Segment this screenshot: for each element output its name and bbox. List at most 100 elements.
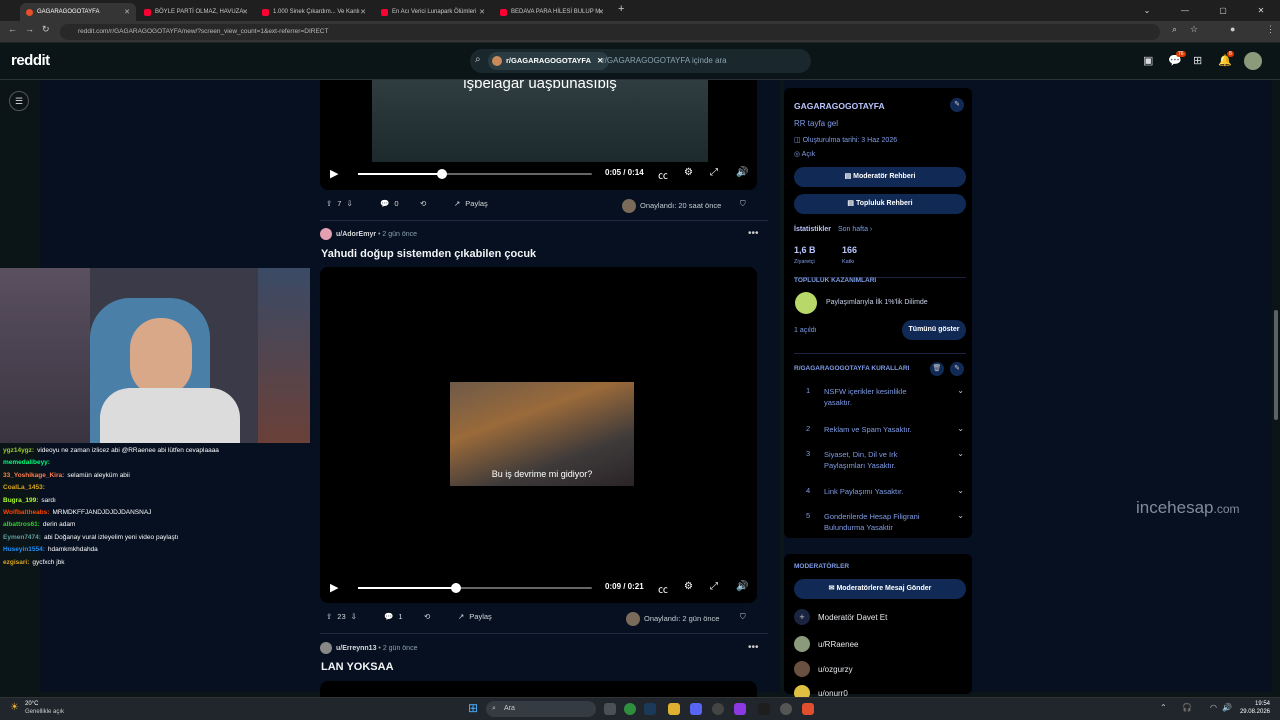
upvote-icon[interactable]: ⇧ xyxy=(326,612,332,621)
clock-time[interactable]: 19:54 xyxy=(1240,701,1270,707)
user-avatar[interactable] xyxy=(1244,52,1262,70)
url-field[interactable]: reddit.com/r/GAGARAGOGOTAYFA/new/?screen… xyxy=(60,24,1160,40)
crosspost-button[interactable]: ⟲ xyxy=(420,199,426,208)
page-scrollbar[interactable] xyxy=(1272,80,1280,692)
reload-icon[interactable]: ↻ xyxy=(42,24,50,35)
settings-gear-icon[interactable] xyxy=(780,703,792,715)
chat-username[interactable]: Huseyin1554: xyxy=(3,546,45,553)
rule-item[interactable]: 2 Reklam ve Spam Yasaktır. ⌄ xyxy=(794,424,966,438)
comments-button[interactable]: 💬 1 xyxy=(384,612,403,621)
video-player[interactable]: Bu iş devrime mi gidiyor? ▶ 0:09 / 0:21 … xyxy=(320,267,757,603)
show-all-button[interactable]: Tümünü göster xyxy=(902,320,966,340)
chat-username[interactable]: Bugra_199: xyxy=(3,497,38,504)
chat-username[interactable]: albattros61: xyxy=(3,521,40,528)
profile-icon[interactable]: ● xyxy=(1230,24,1235,34)
play-icon[interactable]: ▶ xyxy=(330,167,338,180)
post-author[interactable]: u/Erreynn13 xyxy=(336,645,376,652)
bookmark-star-icon[interactable]: ☆ xyxy=(1190,24,1198,35)
edit-pencil-icon[interactable]: ✎ xyxy=(950,362,964,376)
mod-shield-icon[interactable]: ⛉ xyxy=(740,612,746,622)
post-author[interactable]: u/AdorEmyr xyxy=(336,231,376,238)
rule-item[interactable]: 5 Gonderilerde Hesap Filigrani Bulundurma… xyxy=(794,511,966,535)
settings-gear-icon[interactable]: ⚙ xyxy=(684,581,693,592)
chat-username[interactable]: Wolfbaltheabs: xyxy=(3,509,49,516)
comments-button[interactable]: 💬 0 xyxy=(380,199,399,208)
wifi-icon[interactable]: ◠ xyxy=(1210,703,1217,712)
downvote-icon[interactable]: ⇩ xyxy=(346,199,352,208)
close-tab-icon[interactable]: ✕ xyxy=(479,8,485,16)
browser-menu-icon[interactable]: ⋮ xyxy=(1266,24,1275,35)
share-button[interactable]: ↗ Paylaş xyxy=(454,199,488,208)
mod-shield-icon[interactable]: ⛉ xyxy=(740,199,746,209)
taskbar-search[interactable]: ⌕ Ara xyxy=(486,701,596,717)
search-input[interactable]: r/GAGARAGOGOTAYFA içinde ara xyxy=(602,49,727,73)
close-tab-icon[interactable]: ✕ xyxy=(124,8,130,16)
tray-chevron-icon[interactable]: ⌃ xyxy=(1160,703,1167,712)
browser-tab[interactable]: En Acı Verici Lunapark Ölümleri ✕ xyxy=(375,3,491,21)
video-player[interactable]: işbelagar uaşbunasıbiş ▶ 0:05 / 0:14 ㏄ ⚙… xyxy=(320,80,757,190)
share-button[interactable]: ↗ Paylaş xyxy=(458,612,492,621)
moderator-guide-button[interactable]: ▤ Moderatör Rehberi xyxy=(794,167,966,187)
search-community-chip[interactable]: r/GAGARAGOGOTAYFA ✕ xyxy=(488,52,610,70)
moderator-item[interactable]: u/RRaenee xyxy=(794,636,858,652)
progress-bar[interactable] xyxy=(358,169,592,179)
reddit-logo[interactable]: reddit xyxy=(11,52,50,69)
rule-item[interactable]: 1 NSFW içerikler kesinlikle yasaktır. ⌄ xyxy=(794,386,966,410)
volume-icon[interactable]: 🔊 xyxy=(736,167,748,178)
chat-username[interactable]: memedalibeyy: xyxy=(3,459,50,466)
forward-icon[interactable]: → xyxy=(25,24,34,34)
captions-icon[interactable]: ㏄ xyxy=(658,167,668,182)
windows-start-icon[interactable]: ⊞ xyxy=(468,701,478,715)
edit-pencil-icon[interactable]: ✎ xyxy=(950,98,964,112)
back-icon[interactable]: ← xyxy=(8,24,17,34)
menu-icon[interactable]: ☰ xyxy=(9,91,29,111)
moderator-item[interactable]: u/ozgurzy xyxy=(794,661,853,677)
obs-icon[interactable] xyxy=(712,703,724,715)
weather-temp[interactable]: 20°C xyxy=(25,701,38,707)
headset-icon[interactable]: 🎧 xyxy=(1182,703,1192,712)
rule-item[interactable]: 4 Link Paylaşımı Yasaktır. ⌄ xyxy=(794,486,966,500)
search-bar[interactable]: ⌕ r/GAGARAGOGOTAYFA ✕ r/GAGARAGOGOTAYFA i… xyxy=(470,49,811,73)
browser-tab[interactable]: 1.000 Sinek Çıkardım... Ve Kanlı ✕ xyxy=(256,3,372,21)
fullscreen-icon[interactable]: ⤢ xyxy=(710,167,718,178)
close-tab-icon[interactable]: ✕ xyxy=(598,8,604,16)
maximize-icon[interactable]: ▢ xyxy=(1204,0,1242,21)
browser-tab[interactable]: BÖYLE PARTİ OLMAZ, HAVUZA ✕ xyxy=(138,3,254,21)
play-icon[interactable]: ▶ xyxy=(330,581,338,594)
browser-tab-active[interactable]: GAGARAGOGOTAYFA ✕ xyxy=(20,3,136,21)
volume-icon[interactable]: 🔊 xyxy=(736,581,748,592)
more-options-icon[interactable]: ••• xyxy=(748,642,759,653)
delete-icon[interactable]: 🗑 xyxy=(930,362,944,376)
browser-tab[interactable]: BEDAVA PARA HİLESİ BULUP M ✕ xyxy=(494,3,610,21)
invite-mod-button[interactable]: + Moderatör Davet Et xyxy=(794,609,887,625)
create-post-icon[interactable]: ⊞ xyxy=(1193,54,1202,67)
post-title[interactable]: Yahudi doğup sistemden çıkabilen çocuk xyxy=(321,248,536,260)
ads-icon[interactable]: ▣ xyxy=(1143,54,1153,67)
crosspost-button[interactable]: ⟲ xyxy=(424,612,430,621)
file-explorer-icon[interactable] xyxy=(668,703,680,715)
steam-icon[interactable] xyxy=(644,703,656,715)
close-tab-icon[interactable]: ✕ xyxy=(242,8,248,16)
more-options-icon[interactable]: ••• xyxy=(748,228,759,239)
downvote-icon[interactable]: ⇩ xyxy=(351,612,357,621)
stats-period-button[interactable]: Son hafta › xyxy=(838,226,872,233)
zoom-icon[interactable]: ⌕ xyxy=(1172,24,1177,35)
chat-username[interactable]: Eymen7474: xyxy=(3,534,41,541)
rule-item[interactable]: 3 Siyaset, Din, Dil ve Irk Paylaşımları Y… xyxy=(794,449,966,473)
app-icon[interactable] xyxy=(734,703,746,715)
captions-icon[interactable]: ㏄ xyxy=(658,581,668,596)
app-icon[interactable] xyxy=(802,703,814,715)
upvote-icon[interactable]: ⇧ xyxy=(326,199,332,208)
volume-icon[interactable]: 🔊 xyxy=(1222,703,1232,712)
scrollbar-thumb[interactable] xyxy=(1274,310,1278,420)
discord-icon[interactable] xyxy=(690,703,702,715)
post-title[interactable]: LAN YOKSAA xyxy=(321,661,394,673)
chat-username[interactable]: ezgisari: xyxy=(3,559,29,566)
chat-username[interactable]: CoalLa_1453: xyxy=(3,484,45,491)
settings-gear-icon[interactable]: ⚙ xyxy=(684,167,693,178)
app-icon[interactable] xyxy=(758,703,770,715)
tab-list-icon[interactable]: ⌄ xyxy=(1128,0,1166,21)
message-mods-button[interactable]: ✉ Moderatörlere Mesaj Gönder xyxy=(794,579,966,599)
chrome-icon[interactable] xyxy=(624,703,636,715)
fullscreen-icon[interactable]: ⤢ xyxy=(710,581,718,592)
